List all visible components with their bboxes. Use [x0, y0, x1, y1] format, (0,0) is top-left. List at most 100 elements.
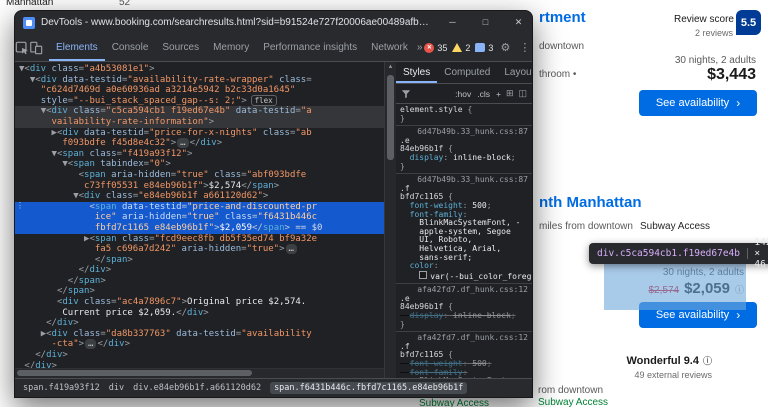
- dom-tree-line[interactable]: </div>: [15, 318, 384, 329]
- dom-tree-line[interactable]: fbfd7c1165 e84eb96b1f">$2,059</span> == …: [15, 223, 384, 234]
- styles-tab-strip: StylesComputedLayout: [396, 62, 533, 83]
- dom-tree-line[interactable]: </div>: [15, 350, 384, 361]
- css-rule-line[interactable]: var(--bui_color_foreg: [400, 271, 528, 282]
- property-title-link[interactable]: nth Manhattan: [539, 194, 642, 211]
- styles-filter-[interactable]: +: [496, 89, 501, 99]
- stylesheet-link[interactable]: 6d47b49b.33_hunk.css:87: [417, 127, 528, 136]
- kebab-menu-icon[interactable]: ⋮: [517, 41, 532, 54]
- css-rule-line[interactable]: color:: [400, 262, 528, 271]
- maximize-button[interactable]: □: [472, 11, 499, 34]
- dom-tree-line[interactable]: ▶<div data-testid="price-for-x-nights" c…: [15, 128, 384, 139]
- code-token: "true": [187, 212, 220, 222]
- styles-tab-computed[interactable]: Computed: [437, 62, 497, 83]
- console-warnings-badge[interactable]: 2: [452, 43, 470, 53]
- settings-gear-icon[interactable]: ⚙: [498, 41, 512, 54]
- minimize-button[interactable]: ─: [439, 11, 466, 34]
- dom-tree-line[interactable]: </span>: [15, 286, 384, 297]
- dom-tree-line[interactable]: </div>: [15, 265, 384, 276]
- dom-tree-line[interactable]: ▼<span class="f419a93f12">: [15, 149, 384, 160]
- dom-tree-line[interactable]: ice" aria-hidden="true" class="f6431b446…: [15, 212, 384, 223]
- computed-panel-icon[interactable]: ◫: [518, 88, 527, 99]
- styles-tab-layout[interactable]: Layout: [497, 62, 533, 83]
- code-token: div: [52, 106, 68, 116]
- ellipsis-badge[interactable]: …: [177, 138, 188, 148]
- grid-badge-icon[interactable]: ⊞: [506, 88, 514, 99]
- css-rule-line[interactable]: element.style {: [400, 106, 528, 115]
- breadcrumb-item[interactable]: span.f419a93f12: [23, 383, 100, 393]
- css-rule-line[interactable]: 6d47b49b.33_hunk.css:87: [400, 128, 528, 137]
- info-icon[interactable]: ⓘ: [703, 354, 712, 367]
- tab-elements[interactable]: Elements: [49, 34, 105, 61]
- tab-performance-insights[interactable]: Performance insights: [256, 34, 364, 61]
- dom-tree-line[interactable]: Current price $2,059.</div>: [15, 308, 384, 319]
- device-toolbar-button[interactable]: [29, 34, 43, 61]
- inspect-element-button[interactable]: [15, 34, 29, 61]
- dom-tree-line[interactable]: "c624d7469d a0e60936ad a3214e5942 b2c33d…: [15, 85, 384, 96]
- devtools-titlebar[interactable]: DevTools - www.booking.com/searchresults…: [15, 11, 532, 34]
- filter-label-manhattan[interactable]: Manhattan: [6, 0, 53, 8]
- dom-tree-line[interactable]: </span>: [15, 255, 384, 266]
- css-rule-line[interactable]: display: inline-block;: [400, 154, 528, 163]
- dom-tree-line[interactable]: ▼<div class="e84eb96b1f a661120d62">: [15, 191, 384, 202]
- dom-tree-line[interactable]: vailability-rate-information">: [15, 117, 384, 128]
- css-rule-line[interactable]: BlinkMacSystemFont, -: [400, 377, 528, 378]
- rule-separator: [396, 283, 532, 284]
- dom-tree-line[interactable]: ▼<div class="c5ca594cb1 f19ed67e4b" data…: [15, 106, 384, 117]
- dom-tree-line[interactable]: ▼<span tabindex="0">: [15, 159, 384, 170]
- more-tabs-button[interactable]: »: [415, 42, 425, 53]
- breadcrumb-item[interactable]: div: [109, 383, 124, 393]
- styles-filter-cls[interactable]: .cls: [477, 89, 490, 99]
- css-rule-line[interactable]: afa42fd7.df_hunk.css:12: [400, 286, 528, 295]
- dom-tree-line[interactable]: f093bdfe f45d8e4c32">…</div>: [15, 138, 384, 149]
- stylesheet-link[interactable]: afa42fd7.df_hunk.css:12: [417, 285, 528, 294]
- dom-tree-line[interactable]: <span data-testid="price-and-discounted-…: [15, 202, 384, 213]
- dom-tree-line[interactable]: <div class="ac4a7896c7">Original price $…: [15, 297, 384, 308]
- dom-tree-line[interactable]: style="--bui_stack_spaced_gap--s: 2;">fl…: [15, 96, 384, 107]
- code-token: ;: [487, 359, 492, 368]
- filter-funnel-icon[interactable]: [401, 89, 411, 99]
- css-rule-line[interactable]: }: [400, 115, 528, 124]
- css-rule-line[interactable]: display: inline-block;: [400, 312, 528, 321]
- see-availability-button[interactable]: See availability ›: [639, 90, 757, 116]
- dom-tree-line[interactable]: c73ff05531 e84eb96b1f">$2,574</span>: [15, 181, 384, 192]
- stylesheet-link[interactable]: afa42fd7.df_hunk.css:12: [417, 333, 528, 342]
- subway-access-link[interactable]: Subway Access: [538, 397, 608, 407]
- property-title-link[interactable]: rtment: [539, 9, 586, 26]
- breadcrumb-item[interactable]: span.f6431b446c.fbfd7c1165.e84eb96b1f: [270, 382, 467, 394]
- dom-tree-line[interactable]: ▶<span class="fcd9eec8fb db5f35ed74 bf9a…: [15, 234, 384, 245]
- scrollbar-thumb[interactable]: [387, 75, 394, 160]
- dom-tree-line[interactable]: ▶<div class="da8b337763" data-testid="av…: [15, 329, 384, 340]
- scroll-up-arrow-icon[interactable]: ▲: [385, 64, 396, 70]
- horizontal-scrollbar[interactable]: [15, 368, 384, 378]
- tab-memory[interactable]: Memory: [206, 34, 256, 61]
- tab-network[interactable]: Network: [364, 34, 415, 61]
- subway-access-link[interactable]: Subway Access: [419, 398, 489, 407]
- stylesheet-link[interactable]: 6d47b49b.33_hunk.css:87: [417, 175, 528, 184]
- tab-console[interactable]: Console: [105, 34, 156, 61]
- ellipsis-badge[interactable]: …: [85, 339, 96, 349]
- dom-tree-line[interactable]: </span>: [15, 276, 384, 287]
- close-button[interactable]: ✕: [505, 11, 532, 34]
- css-rule-line[interactable]: afa42fd7.df_hunk.css:12: [400, 334, 528, 343]
- css-rule-line[interactable]: 6d47b49b.33_hunk.css:87: [400, 176, 528, 185]
- tab-sources[interactable]: Sources: [155, 34, 206, 61]
- issues-badge[interactable]: 3: [475, 43, 493, 53]
- styles-tab-styles[interactable]: Styles: [396, 62, 437, 83]
- dom-tree-line[interactable]: <span aria-hidden="true" class="abf093bd…: [15, 170, 384, 181]
- ellipsis-badge[interactable]: …: [286, 244, 297, 254]
- css-rule-line[interactable]: }: [400, 321, 528, 330]
- vertical-scrollbar[interactable]: ▲: [384, 62, 396, 378]
- css-rule-line[interactable]: }: [400, 163, 528, 172]
- dom-tree-line[interactable]: ▼<div class="a4b53081e1">: [15, 64, 384, 75]
- code-token: BlinkMacSystemFont, -: [419, 376, 520, 378]
- dom-tree-line[interactable]: -cta">…</div>: [15, 339, 384, 350]
- console-errors-badge[interactable]: ✕ 35: [424, 43, 447, 53]
- dom-tree-line[interactable]: ▼<div data-testid="availability-rate-wra…: [15, 75, 384, 86]
- breadcrumb-item[interactable]: div.e84eb96b1f.a661120d62: [133, 383, 261, 393]
- flex-badge[interactable]: flex: [251, 95, 277, 106]
- code-token: [19, 181, 84, 191]
- dom-tree-line[interactable]: fa5 c696a7d242" aria-hidden="true">…: [15, 244, 384, 255]
- scrollbar-thumb[interactable]: [17, 370, 252, 376]
- node-menu-dots-icon[interactable]: ⋮: [16, 201, 24, 210]
- styles-filter-hov[interactable]: :hov: [455, 89, 471, 99]
